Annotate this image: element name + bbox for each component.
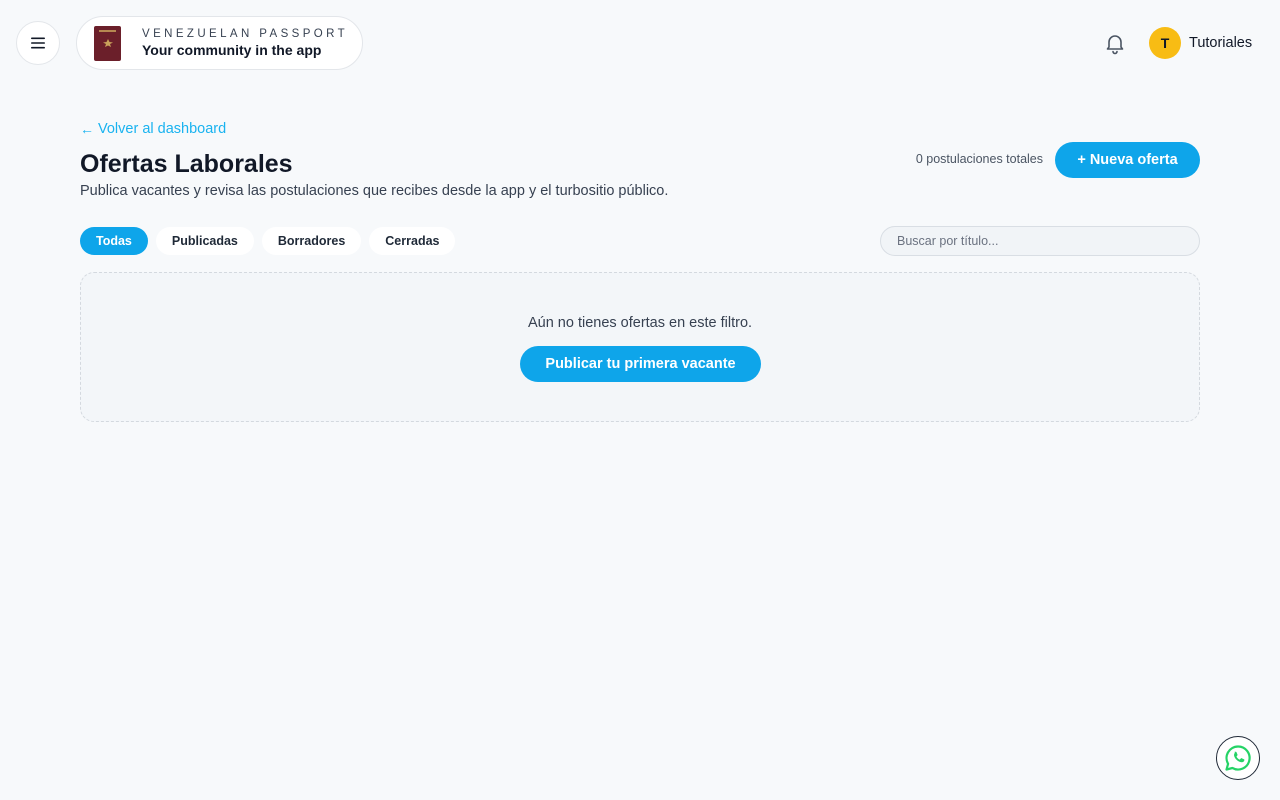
user-name: Tutoriales xyxy=(1189,35,1253,51)
top-bar: VENEZUELAN PASSPORT Your community in th… xyxy=(0,0,1280,86)
arrow-left-icon: ← xyxy=(80,121,94,137)
filter-borradores[interactable]: Borradores xyxy=(261,227,362,255)
hamburger-menu-icon xyxy=(31,37,45,49)
empty-state-panel: Aún no tienes ofertas en este filtro. Pu… xyxy=(80,272,1200,422)
avatar: T xyxy=(1149,27,1181,59)
page-description: Publica vacantes y revisa las postulacio… xyxy=(80,183,669,199)
bell-icon[interactable] xyxy=(1103,31,1127,55)
new-offer-button[interactable]: + Nueva oferta xyxy=(1055,142,1200,178)
back-link-label: Volver al dashboard xyxy=(98,121,227,137)
empty-state-message: Aún no tienes ofertas en este filtro. xyxy=(527,315,753,331)
search-input[interactable] xyxy=(880,226,1200,256)
whatsapp-icon xyxy=(1225,745,1251,771)
menu-button[interactable] xyxy=(16,21,60,65)
filter-cerradas[interactable]: Cerradas xyxy=(369,227,456,255)
total-applications-count: 0 postulaciones totales xyxy=(915,152,1043,166)
brand-subtitle: Your community in the app xyxy=(142,42,322,59)
filter-tabs: Todas Publicadas Borradores Cerradas xyxy=(80,227,456,255)
brand-pill[interactable]: VENEZUELAN PASSPORT Your community in th… xyxy=(76,16,363,70)
filter-publicadas[interactable]: Publicadas xyxy=(155,227,254,255)
back-to-dashboard-link[interactable]: ← Volver al dashboard xyxy=(80,121,226,137)
brand-tagline: VENEZUELAN PASSPORT xyxy=(142,27,349,40)
filter-todas[interactable]: Todas xyxy=(80,227,148,255)
passport-icon xyxy=(94,25,121,61)
page-title: Ofertas Laborales xyxy=(80,150,293,178)
whatsapp-button[interactable] xyxy=(1216,736,1260,780)
user-menu[interactable]: T Tutoriales xyxy=(1149,27,1252,59)
publish-first-vacancy-button[interactable]: Publicar tu primera vacante xyxy=(520,346,761,382)
